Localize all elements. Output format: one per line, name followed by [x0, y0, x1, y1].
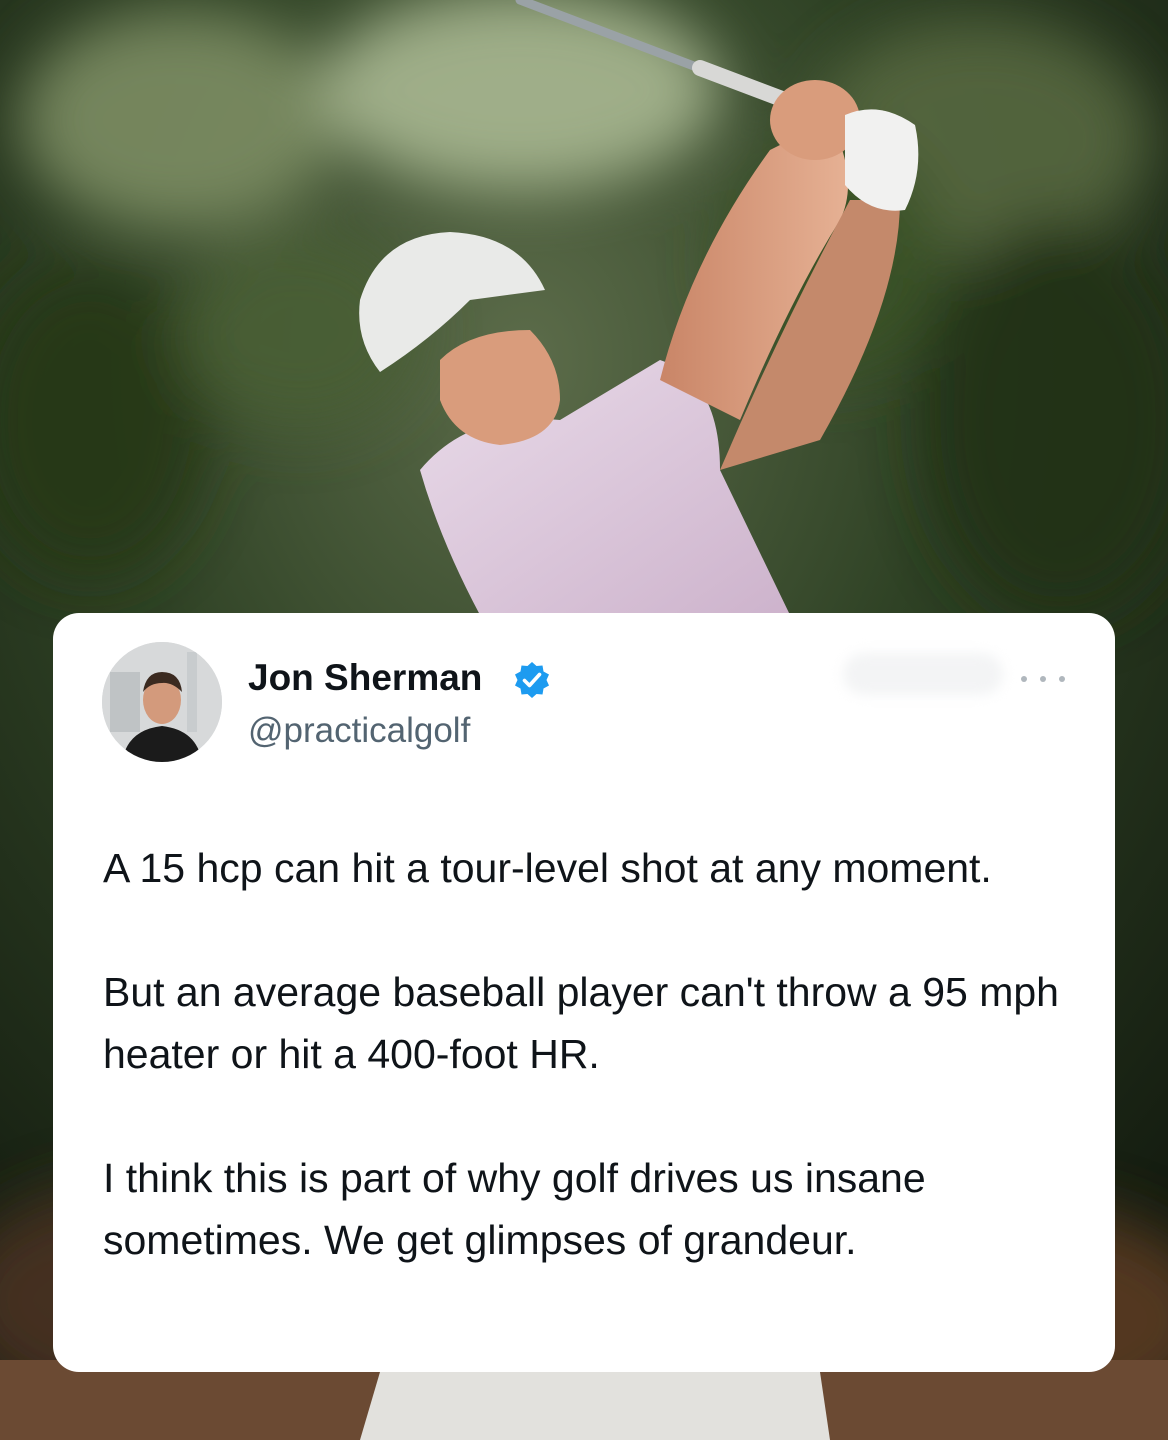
blurred-timestamp	[843, 653, 1003, 695]
author-handle[interactable]: @practicalgolf	[248, 711, 470, 751]
tweet-text: A 15 hcp can hit a tour-level shot at an…	[103, 837, 1083, 1271]
avatar[interactable]	[102, 642, 222, 762]
more-dot	[1021, 676, 1027, 682]
more-dot	[1059, 676, 1065, 682]
tweet-paragraph: A 15 hcp can hit a tour-level shot at an…	[103, 845, 992, 891]
more-options-icon[interactable]	[1021, 665, 1065, 693]
tweet-paragraph: I think this is part of why golf drives …	[103, 1155, 926, 1263]
verified-badge-icon	[512, 660, 552, 700]
more-dot	[1040, 676, 1046, 682]
tweet-paragraph: But an average baseball player can't thr…	[103, 969, 1059, 1077]
tweet-card: Jon Sherman @practicalgolf A 15 hcp can …	[53, 613, 1115, 1372]
author-name[interactable]: Jon Sherman	[248, 657, 482, 699]
